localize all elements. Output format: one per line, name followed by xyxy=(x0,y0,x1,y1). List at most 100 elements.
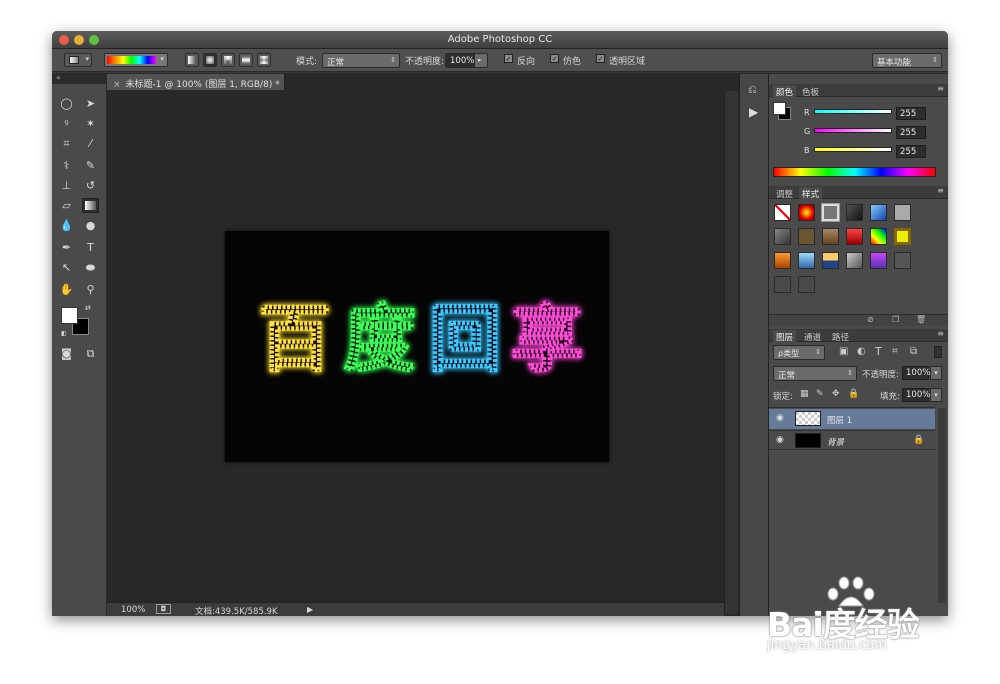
layer-row-background[interactable]: ◉ 背景 🔒 xyxy=(769,430,935,450)
panel-menu-icon[interactable]: ≡ xyxy=(937,186,944,195)
quick-mask-icon[interactable]: ◙ xyxy=(58,346,75,361)
ellipse-tool-icon[interactable]: ⬬ xyxy=(82,260,99,275)
style-swatch[interactable] xyxy=(846,204,863,221)
style-swatch[interactable] xyxy=(822,252,839,269)
lock-position-icon[interactable]: ✥ xyxy=(832,389,840,399)
color-spectrum-ramp[interactable] xyxy=(773,167,936,177)
blend-mode-select[interactable]: 正常 ⇕ xyxy=(773,366,857,381)
style-swatch[interactable] xyxy=(870,204,887,221)
panel-menu-icon[interactable]: ≡ xyxy=(937,329,944,338)
eyedropper-tool-icon[interactable]: ⁄ xyxy=(82,136,99,151)
style-swatch[interactable] xyxy=(798,228,815,245)
radial-gradient-button[interactable] xyxy=(203,53,217,67)
linear-gradient-button[interactable] xyxy=(185,53,199,67)
gradient-picker[interactable]: ▾ xyxy=(104,53,168,67)
green-value-input[interactable]: 255 xyxy=(896,126,926,139)
tab-swatches[interactable]: 色板 xyxy=(799,85,822,99)
delete-style-icon[interactable]: 🗑 xyxy=(916,315,926,324)
angle-gradient-button[interactable] xyxy=(221,53,235,67)
actions-panel-icon[interactable]: ▶ xyxy=(749,105,758,119)
new-style-icon[interactable]: ❐ xyxy=(892,315,899,324)
canvas[interactable]: 百 度 回 享 xyxy=(225,231,609,462)
eraser-tool-icon[interactable]: ▱ xyxy=(58,198,75,213)
fill-input[interactable]: 100% xyxy=(902,388,930,402)
style-swatch[interactable] xyxy=(798,252,815,269)
dither-checkbox[interactable]: ✓ xyxy=(550,54,559,63)
lock-transparent-icon[interactable]: ▦ xyxy=(800,389,809,399)
lock-all-icon[interactable]: 🔒 xyxy=(848,389,859,399)
camera-icon[interactable]: ◘ xyxy=(156,604,171,614)
fill-dropdown[interactable]: ▾ xyxy=(930,388,942,402)
reverse-checkbox[interactable]: ✓ xyxy=(504,54,513,63)
blue-value-input[interactable]: 255 xyxy=(896,145,926,158)
style-swatch[interactable] xyxy=(774,252,791,269)
close-document-icon[interactable]: × xyxy=(113,80,121,90)
clear-style-icon[interactable]: ⊘ xyxy=(867,315,874,324)
filter-adjustment-icon[interactable]: ◐ xyxy=(857,346,866,357)
filter-pixel-icon[interactable]: ▣ xyxy=(839,346,848,357)
style-swatch-selected[interactable] xyxy=(821,203,840,222)
brush-tool-icon[interactable]: ✎ xyxy=(82,158,99,173)
color-foreground-swatch[interactable] xyxy=(773,102,786,115)
crop-tool-icon[interactable]: ⌗ xyxy=(58,136,75,151)
pen-tool-icon[interactable]: ✒ xyxy=(58,240,75,255)
style-swatch[interactable] xyxy=(846,228,863,245)
style-swatch[interactable] xyxy=(774,228,791,245)
style-swatch[interactable] xyxy=(870,252,887,269)
style-swatch[interactable] xyxy=(870,228,887,245)
layer-filter-select[interactable]: ρ类型 ⇕ xyxy=(773,345,825,360)
filter-toggle[interactable] xyxy=(934,346,942,358)
red-value-input[interactable]: 255 xyxy=(896,107,926,120)
marquee-tool-icon[interactable]: ◯ xyxy=(58,96,75,111)
style-swatch[interactable] xyxy=(894,228,911,245)
style-swatch[interactable] xyxy=(894,204,911,221)
dodge-tool-icon[interactable]: ● xyxy=(82,218,99,233)
default-colors-icon[interactable]: ◧ xyxy=(61,330,67,337)
type-tool-icon[interactable]: T xyxy=(82,240,99,255)
screen-mode-icon[interactable]: ⧉ xyxy=(82,346,99,361)
layer-opacity-dropdown[interactable]: ▾ xyxy=(930,366,942,380)
green-slider[interactable] xyxy=(814,128,892,133)
gradient-tool-button[interactable] xyxy=(82,198,99,213)
foreground-color-swatch[interactable] xyxy=(61,307,78,324)
reflected-gradient-button[interactable] xyxy=(239,53,253,67)
tab-paths[interactable]: 路径 xyxy=(829,330,852,344)
layer-row-selected[interactable]: ◉ 图层 1 xyxy=(769,409,935,429)
filter-type-icon[interactable]: T xyxy=(875,345,882,358)
eye-icon[interactable]: ◉ xyxy=(776,435,784,445)
blue-slider[interactable] xyxy=(814,147,892,152)
path-selection-tool-icon[interactable]: ↖ xyxy=(58,260,75,275)
stamp-tool-icon[interactable]: ⊥ xyxy=(58,178,75,193)
style-none-swatch[interactable] xyxy=(774,204,791,221)
status-menu-arrow-icon[interactable]: ▶ xyxy=(307,605,313,614)
document-tab[interactable]: × 未标题-1 @ 100% (图层 1, RGB/8) * xyxy=(107,74,285,90)
lasso-tool-icon[interactable]: ꝰ xyxy=(58,116,75,131)
zoom-level[interactable]: 100% xyxy=(121,605,145,615)
blur-tool-icon[interactable]: 💧 xyxy=(58,218,75,233)
filter-shape-icon[interactable]: ⌗ xyxy=(892,346,898,357)
tab-styles[interactable]: 样式 xyxy=(799,187,823,201)
style-swatch[interactable] xyxy=(798,204,815,221)
panel-menu-icon[interactable]: ≡ xyxy=(937,84,944,93)
lock-pixels-icon[interactable]: ✎ xyxy=(816,389,824,399)
layer-opacity-input[interactable]: 100% xyxy=(902,366,930,380)
red-slider[interactable] xyxy=(814,109,892,114)
history-panel-icon[interactable]: ⎌ xyxy=(748,83,757,97)
tab-layers[interactable]: 图层 xyxy=(773,330,797,344)
opacity-dropdown-button[interactable]: ▸ xyxy=(474,53,488,68)
history-brush-tool-icon[interactable]: ↺ xyxy=(82,178,99,193)
transparency-checkbox[interactable]: ✓ xyxy=(596,54,605,63)
document-vertical-scrollbar[interactable] xyxy=(724,91,738,614)
healing-brush-tool-icon[interactable]: ⚕ xyxy=(58,158,75,173)
tab-adjustments[interactable]: 调整 xyxy=(773,187,796,201)
magic-wand-tool-icon[interactable]: ✶ xyxy=(82,116,99,131)
style-swatch[interactable] xyxy=(774,276,791,293)
style-swatch[interactable] xyxy=(894,252,911,269)
diamond-gradient-button[interactable] xyxy=(257,53,271,67)
move-tool-icon[interactable]: ➤ xyxy=(82,96,99,111)
filter-smart-object-icon[interactable]: ⧉ xyxy=(910,346,917,357)
style-swatch[interactable] xyxy=(798,276,815,293)
tool-preset-picker[interactable]: ▾ xyxy=(64,53,92,67)
tab-channels[interactable]: 通道 xyxy=(801,330,824,344)
tab-color[interactable]: 颜色 xyxy=(773,85,797,99)
